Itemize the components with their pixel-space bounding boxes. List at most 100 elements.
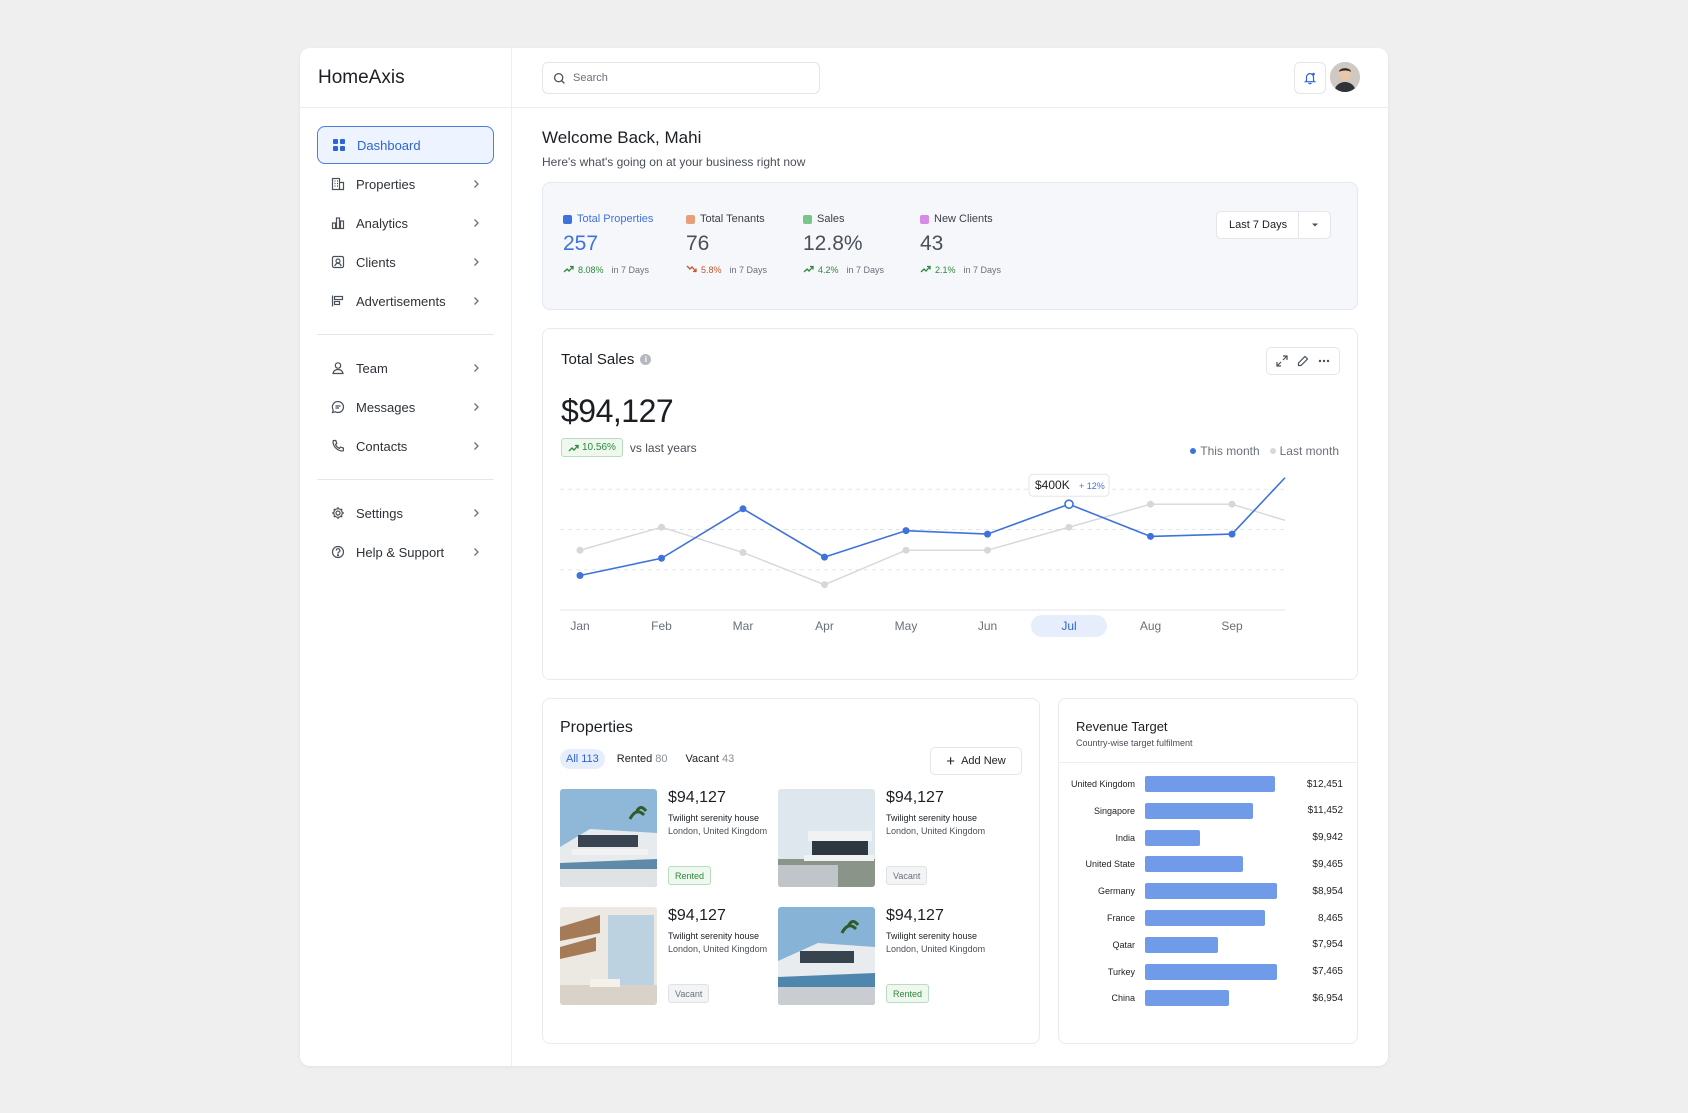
- sidebar-item-label: Properties: [356, 176, 416, 192]
- x-tick-label: Feb: [651, 619, 672, 633]
- data-point[interactable]: [739, 549, 747, 556]
- property-card[interactable]: $94,127 Twilight serenity house London, Un…: [778, 907, 993, 1005]
- x-tick-label: Jun: [978, 619, 997, 633]
- sidebar-item-label: Settings: [356, 505, 403, 521]
- sidebar-item-contacts[interactable]: Contacts: [317, 427, 494, 465]
- expand-icon[interactable]: [1276, 355, 1288, 367]
- revenue-amount: $9,942: [1312, 832, 1343, 844]
- revenue-bar-track: [1145, 936, 1289, 953]
- revenue-bar-track: [1145, 856, 1289, 873]
- sidebar-item-label: Clients: [356, 254, 396, 270]
- trend-up-icon: [568, 444, 579, 451]
- trend-up-icon: [563, 265, 574, 275]
- data-point[interactable]: [821, 553, 828, 561]
- data-point[interactable]: [984, 546, 991, 554]
- sidebar-item-messages[interactable]: Messages: [317, 388, 494, 426]
- chart-toolbar: [1266, 347, 1340, 375]
- trend-down-icon: [686, 265, 697, 275]
- revenue-amount: $8,954: [1312, 885, 1343, 897]
- sidebar-item-settings[interactable]: Settings: [317, 494, 494, 532]
- chevron-right-icon: [470, 401, 482, 413]
- revenue-bar-track: [1145, 802, 1289, 819]
- property-photo[interactable]: [560, 907, 657, 1005]
- data-point[interactable]: [658, 523, 665, 531]
- revenue-amount: $9,465: [1312, 858, 1343, 870]
- sales-change-badge: 10.56%: [561, 438, 623, 457]
- edit-pencil-icon[interactable]: [1297, 355, 1309, 367]
- sidebar-item-label: Contacts: [356, 438, 408, 454]
- data-point[interactable]: [1228, 500, 1236, 508]
- property-price: $94,127: [886, 907, 944, 924]
- property-card[interactable]: $94,127 Twilight serenity house London, Un…: [560, 907, 775, 1005]
- revenue-bar: [1145, 963, 1278, 980]
- sales-title: Total Sales: [561, 351, 635, 368]
- data-point[interactable]: [739, 505, 747, 513]
- period-select[interactable]: Last 7 Days: [1216, 211, 1331, 239]
- data-point[interactable]: [821, 581, 828, 589]
- chevron-right-icon: [470, 256, 482, 268]
- property-photo[interactable]: [778, 907, 875, 1005]
- phone-icon: [330, 438, 346, 454]
- bell-icon: [1303, 72, 1317, 85]
- status-badge: Rented: [886, 984, 930, 1003]
- data-point[interactable]: [902, 527, 910, 535]
- x-tick-label: Sep: [1221, 619, 1243, 633]
- data-point[interactable]: [1228, 530, 1236, 538]
- info-icon[interactable]: i: [640, 354, 652, 365]
- kpi-period: in 7 Days: [729, 265, 768, 275]
- data-point[interactable]: [1147, 500, 1154, 508]
- country-name: Singapore: [1093, 805, 1135, 816]
- contact-card-icon: [330, 254, 346, 270]
- sidebar-item-clients[interactable]: Clients: [317, 243, 494, 281]
- data-point[interactable]: [576, 572, 584, 579]
- data-point[interactable]: [902, 546, 910, 554]
- property-card[interactable]: $94,127 Twilight serenity house London, Un…: [560, 789, 775, 887]
- sidebar: HomeAxis Dashboard Properties Analytics Cli…: [300, 48, 512, 1066]
- revenue-row: France 8,465: [1059, 909, 1359, 927]
- tab-vacant[interactable]: Vacant 43: [680, 749, 741, 769]
- sidebar-item-properties[interactable]: Properties: [317, 165, 494, 203]
- page-title: Welcome Back, Mahi: [542, 128, 702, 147]
- legend-last-month[interactable]: Last month: [1269, 444, 1339, 458]
- data-point[interactable]: [984, 530, 991, 538]
- sidebar-item-advertisements[interactable]: Advertisements: [317, 282, 494, 320]
- revenue-row: Singapore $11,452: [1059, 802, 1359, 820]
- app-window: HomeAxis Dashboard Properties Analytics Cli…: [300, 48, 1388, 1066]
- country-name: Germany: [1097, 886, 1135, 897]
- revenue-amount: 8,465: [1317, 912, 1343, 924]
- more-horizontal-icon[interactable]: [1318, 355, 1330, 367]
- sidebar-item-analytics[interactable]: Analytics: [317, 204, 494, 242]
- notifications-button[interactable]: [1294, 62, 1326, 94]
- sidebar-item-help-support[interactable]: Help & Support: [317, 533, 494, 571]
- tab-count: 113: [581, 753, 599, 765]
- search-input[interactable]: Search: [542, 62, 820, 94]
- property-photo[interactable]: [778, 789, 875, 887]
- revenue-row: Germany $8,954: [1059, 882, 1359, 900]
- avatar[interactable]: [1330, 62, 1360, 92]
- chat-icon: [330, 399, 346, 415]
- kpi-period: in 7 Days: [963, 265, 1002, 275]
- tab-all[interactable]: All 113: [560, 749, 605, 769]
- country-name: United Kingdom: [1070, 779, 1135, 789]
- data-point[interactable]: [658, 554, 665, 562]
- add-new-button[interactable]: + Add New: [930, 747, 1022, 775]
- data-point[interactable]: [1065, 523, 1073, 531]
- x-tick-label: Mar: [733, 619, 754, 633]
- data-point[interactable]: [1064, 499, 1074, 509]
- tab-rented[interactable]: Rented 80: [611, 749, 674, 769]
- revenue-subtitle: Country-wise target fulfilment: [1076, 738, 1193, 748]
- data-point[interactable]: [1147, 532, 1154, 540]
- data-point[interactable]: [576, 546, 584, 554]
- kpi-change: 8.08%: [578, 265, 604, 275]
- revenue-amount: $6,954: [1312, 992, 1343, 1004]
- property-photo[interactable]: [560, 789, 657, 887]
- legend-this-month[interactable]: This month: [1190, 444, 1260, 458]
- sidebar-item-dashboard[interactable]: Dashboard: [317, 126, 494, 164]
- kpi-change: 4.2%: [818, 265, 839, 275]
- revenue-bar: [1145, 936, 1219, 953]
- kpi-label-row: Sales: [803, 213, 884, 225]
- revenue-amount: $7,954: [1312, 939, 1343, 951]
- sidebar-item-team[interactable]: Team: [317, 349, 494, 387]
- property-card[interactable]: $94,127 Twilight serenity house London, Un…: [778, 789, 993, 887]
- kpi-period: in 7 Days: [846, 265, 885, 275]
